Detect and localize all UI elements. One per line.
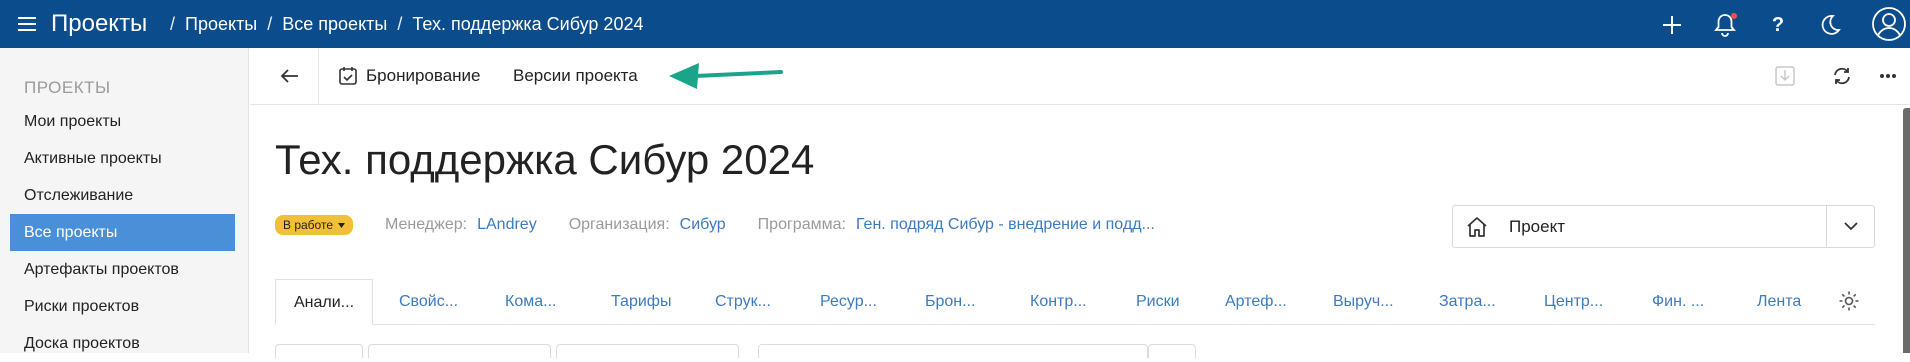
scrollbar[interactable] [1903,108,1910,353]
toolbar: Бронирование Версии проекта [250,48,1910,105]
project-versions-label: Версии проекта [513,66,638,85]
tab-artifacts[interactable]: Артеф... [1225,279,1287,325]
more-options-icon[interactable] [1874,62,1902,90]
breadcrumb-current-project: Тех. поддержка Сибур 2024 [412,14,644,34]
project-type-value: Проект [1509,217,1565,236]
top-bar: Проекты / Проекты / Все проекты / Тех. п… [0,0,1910,48]
status-label: В работе [283,218,334,232]
content-box [1148,344,1196,358]
project-tabs: Анали... Свойс... Кома... Тарифы Струк..… [275,279,1875,325]
breadcrumb-projects[interactable]: Проекты [185,14,257,35]
tab-rates[interactable]: Тарифы [611,279,671,325]
content-box [368,344,551,358]
project-versions-button[interactable]: Версии проекта [513,62,638,90]
bell-icon[interactable] [1708,8,1742,42]
tab-team[interactable]: Кома... [505,279,556,325]
home-icon [1467,217,1487,237]
moon-icon[interactable] [1813,8,1847,42]
tab-finance[interactable]: Фин. ... [1652,279,1704,325]
program-link[interactable]: Ген. подряд Сибур - внедрение и подд... [856,216,1155,234]
sidebar-item-project-artifacts[interactable]: Артефакты проектов [10,251,235,288]
sidebar: ПРОЕКТЫ Мои проекты Активные проекты Отс… [0,48,249,353]
notification-dot [1731,13,1737,19]
booking-label: Бронирование [366,66,481,85]
gear-icon[interactable] [1837,289,1861,313]
tab-resources[interactable]: Ресур... [820,279,877,325]
breadcrumb-separator: / [397,14,403,34]
manager-link[interactable]: LAndrey [477,216,537,234]
download-icon[interactable] [1771,62,1799,90]
menu-icon[interactable] [18,14,36,34]
status-badge[interactable]: В работе [275,215,354,235]
sidebar-item-tracking[interactable]: Отслеживание [10,177,235,214]
app-title[interactable]: Проекты [51,10,147,38]
chevron-down-icon[interactable] [1841,216,1861,236]
tab-centers[interactable]: Центр... [1544,279,1603,325]
tab-booking[interactable]: Брон... [925,279,975,325]
plus-icon[interactable] [1655,8,1689,42]
organization-link[interactable]: Сибур [680,216,726,234]
content-box [556,344,739,358]
caret-down-icon [338,222,346,228]
back-arrow-icon[interactable] [276,62,304,90]
calendar-check-icon [339,67,357,85]
project-type-select[interactable]: Проект [1452,205,1875,248]
sidebar-item-active-projects[interactable]: Активные проекты [10,140,235,177]
tab-analytics[interactable]: Анали... [275,279,374,325]
manager-label: Менеджер: [385,216,468,233]
booking-button[interactable]: Бронирование [338,62,481,90]
breadcrumb-all-projects[interactable]: Все проекты [282,14,387,35]
page-title: Тех. поддержка Сибур 2024 [275,136,815,183]
tab-risks[interactable]: Риски [1136,279,1180,325]
annotation-arrow-icon [669,63,783,89]
organization-label: Организация: [568,216,670,233]
tab-properties[interactable]: Свойс... [399,279,458,325]
refresh-icon[interactable] [1828,62,1856,90]
program-label: Программа: [757,216,846,233]
project-meta-row: В работе Менеджер: LAndrey Организация: … [275,215,1187,235]
sidebar-item-all-projects[interactable]: Все проекты [10,214,235,251]
sidebar-item-project-board[interactable]: Доска проектов [10,325,235,362]
tab-revenue[interactable]: Выруч... [1333,279,1394,325]
sidebar-item-project-risks[interactable]: Риски проектов [10,288,235,325]
sidebar-heading: ПРОЕКТЫ [24,78,111,97]
content-box [758,344,1148,358]
breadcrumb: / Проекты / Все проекты / Тех. поддержка… [170,14,643,35]
content-box [275,344,363,358]
tab-structure[interactable]: Струк... [715,279,771,325]
tab-feed[interactable]: Лента [1757,279,1801,325]
tab-expenses[interactable]: Затра... [1439,279,1496,325]
breadcrumb-separator: / [267,14,273,34]
help-icon[interactable]: ? [1761,8,1795,42]
tab-control[interactable]: Контр... [1030,279,1087,325]
breadcrumb-separator: / [170,14,176,34]
sidebar-item-my-projects[interactable]: Мои проекты [10,103,235,140]
user-avatar-icon[interactable] [1870,5,1908,43]
toolbar-divider [318,48,319,105]
